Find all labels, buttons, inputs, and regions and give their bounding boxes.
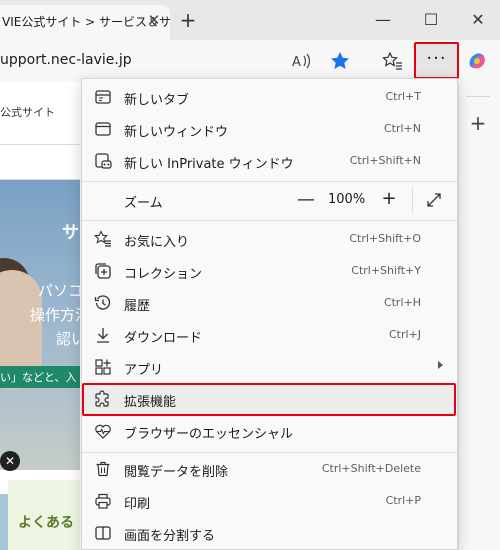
menu-item-clear-browsing-data[interactable]: 閲覧データを削除 Ctrl+Shift+Delete bbox=[82, 453, 457, 485]
menu-divider bbox=[82, 181, 457, 182]
menu-item-shortcut: Ctrl+N bbox=[383, 122, 421, 135]
fullscreen-icon[interactable] bbox=[425, 191, 443, 209]
browser-tab[interactable]: VIE公式サイト > サービス＆サ ✕ bbox=[0, 5, 171, 40]
menu-item-collections[interactable]: コレクション Ctrl+Shift+Y bbox=[82, 255, 457, 287]
tab-close-icon[interactable]: ✕ bbox=[146, 10, 162, 30]
menu-item-shortcut: Ctrl+Shift+N bbox=[349, 154, 421, 167]
window-close-button[interactable]: ✕ bbox=[466, 8, 490, 32]
hero-title: サ bbox=[62, 223, 79, 243]
menu-item-extensions[interactable]: 拡張機能 bbox=[82, 383, 457, 415]
menu-item-shortcut: Ctrl+Shift+Delete bbox=[321, 462, 421, 475]
menu-item-shortcut: Ctrl+Shift+Y bbox=[351, 264, 421, 277]
menu-item-shortcut: Ctrl+J bbox=[388, 328, 421, 341]
menu-item-new-tab[interactable]: 新しいタブ Ctrl+T bbox=[82, 81, 457, 113]
zoom-label: ズーム bbox=[124, 196, 163, 211]
read-aloud-icon[interactable]: A bbox=[290, 50, 312, 72]
faq-heading[interactable]: よくある bbox=[18, 512, 74, 532]
menu-item-label: コレクション bbox=[124, 267, 203, 282]
menu-item-label: 新しいウィンドウ bbox=[124, 125, 229, 140]
site-logo-text: 公式サイト bbox=[0, 106, 55, 119]
add-sidebar-app-button[interactable]: + bbox=[466, 111, 490, 135]
zoom-divider bbox=[412, 188, 413, 212]
menu-item-split-screen[interactable]: 画面を分割する bbox=[82, 517, 457, 549]
new-tab-button[interactable]: + bbox=[178, 9, 198, 31]
apps-icon bbox=[94, 358, 112, 376]
printer-icon bbox=[94, 492, 112, 510]
favorites-list-icon[interactable] bbox=[382, 50, 404, 72]
new-window-icon bbox=[94, 120, 112, 138]
menu-item-print[interactable]: 印刷 Ctrl+P bbox=[82, 485, 457, 517]
menu-item-label: 印刷 bbox=[124, 497, 151, 512]
menu-item-label: ダウンロード bbox=[124, 331, 203, 346]
menu-item-label: 新しいタブ bbox=[124, 93, 190, 108]
menu-item-label: 拡張機能 bbox=[124, 395, 177, 410]
menu-item-shortcut: Ctrl+T bbox=[385, 90, 421, 103]
menu-item-label: 閲覧データを削除 bbox=[124, 465, 229, 480]
menu-item-shortcut: Ctrl+P bbox=[385, 494, 421, 507]
menu-item-new-inprivate[interactable]: 新しい InPrivate ウィンドウ Ctrl+Shift+N bbox=[82, 145, 457, 177]
menu-item-favorites[interactable]: お気に入り Ctrl+Shift+O bbox=[82, 223, 457, 255]
menu-item-apps[interactable]: アプリ bbox=[82, 351, 457, 383]
menu-item-browser-essentials[interactable]: ブラウザーのエッセンシャル bbox=[82, 415, 457, 447]
menu-item-downloads[interactable]: ダウンロード Ctrl+J bbox=[82, 319, 457, 351]
new-tab-icon bbox=[94, 88, 112, 106]
zoom-level: 100% bbox=[328, 192, 366, 207]
split-screen-icon bbox=[94, 524, 112, 542]
menu-item-label: お気に入り bbox=[124, 235, 190, 250]
menu-item-shortcut: Ctrl+H bbox=[383, 296, 421, 309]
address-bar[interactable]: upport.nec-lavie.jp bbox=[0, 52, 132, 68]
close-circle-icon[interactable]: ✕ bbox=[0, 451, 20, 471]
hero-strip-text: い」などと、入 bbox=[0, 371, 77, 384]
collections-icon bbox=[94, 262, 112, 280]
menu-item-new-window[interactable]: 新しいウィンドウ Ctrl+N bbox=[82, 113, 457, 145]
maximize-button[interactable]: ☐ bbox=[419, 8, 443, 32]
hero-text-line-2: 操作方法な bbox=[30, 306, 80, 324]
history-icon bbox=[94, 294, 112, 312]
svg-text:A: A bbox=[292, 55, 301, 70]
hero-banner: サ パソコンの 操作方法な 認い bbox=[0, 180, 80, 470]
title-bar: VIE公式サイト > サービス＆サ ✕ + — ☐ ✕ bbox=[0, 0, 500, 40]
menu-item-label: アプリ bbox=[124, 363, 164, 378]
settings-more-button[interactable]: ··· bbox=[414, 42, 459, 79]
minimize-button[interactable]: — bbox=[371, 8, 395, 32]
hero-text-line-3: 認い bbox=[56, 330, 80, 348]
rail-divider bbox=[466, 96, 490, 97]
inprivate-icon bbox=[94, 152, 112, 170]
menu-divider bbox=[82, 220, 457, 221]
settings-menu: 新しいタブ Ctrl+T 新しいウィンドウ Ctrl+N 新しい InPriva… bbox=[81, 78, 458, 550]
sidebar-rail bbox=[458, 82, 500, 550]
menu-item-history[interactable]: 履歴 Ctrl+H bbox=[82, 287, 457, 319]
zoom-out-button[interactable]: — bbox=[297, 190, 315, 210]
menu-item-label: 画面を分割する bbox=[124, 529, 216, 544]
trash-icon bbox=[94, 460, 112, 478]
zoom-in-button[interactable]: + bbox=[380, 189, 398, 209]
extensions-puzzle-icon bbox=[94, 390, 112, 408]
favorite-star-icon[interactable] bbox=[329, 50, 351, 72]
menu-item-label: ブラウザーのエッセンシャル bbox=[124, 427, 294, 442]
download-icon bbox=[94, 326, 112, 344]
menu-item-label: 履歴 bbox=[124, 299, 151, 314]
favorites-icon bbox=[94, 230, 112, 248]
hero-text-line-1: パソコンの bbox=[38, 282, 80, 300]
heart-pulse-icon bbox=[94, 422, 112, 440]
menu-item-shortcut: Ctrl+Shift+O bbox=[349, 232, 421, 245]
header-divider bbox=[0, 144, 80, 145]
menu-item-label: 新しい InPrivate ウィンドウ bbox=[124, 157, 294, 172]
submenu-arrow-icon bbox=[438, 361, 443, 369]
copilot-icon[interactable] bbox=[466, 50, 488, 72]
menu-item-zoom: ズーム — 100% + bbox=[82, 184, 457, 216]
